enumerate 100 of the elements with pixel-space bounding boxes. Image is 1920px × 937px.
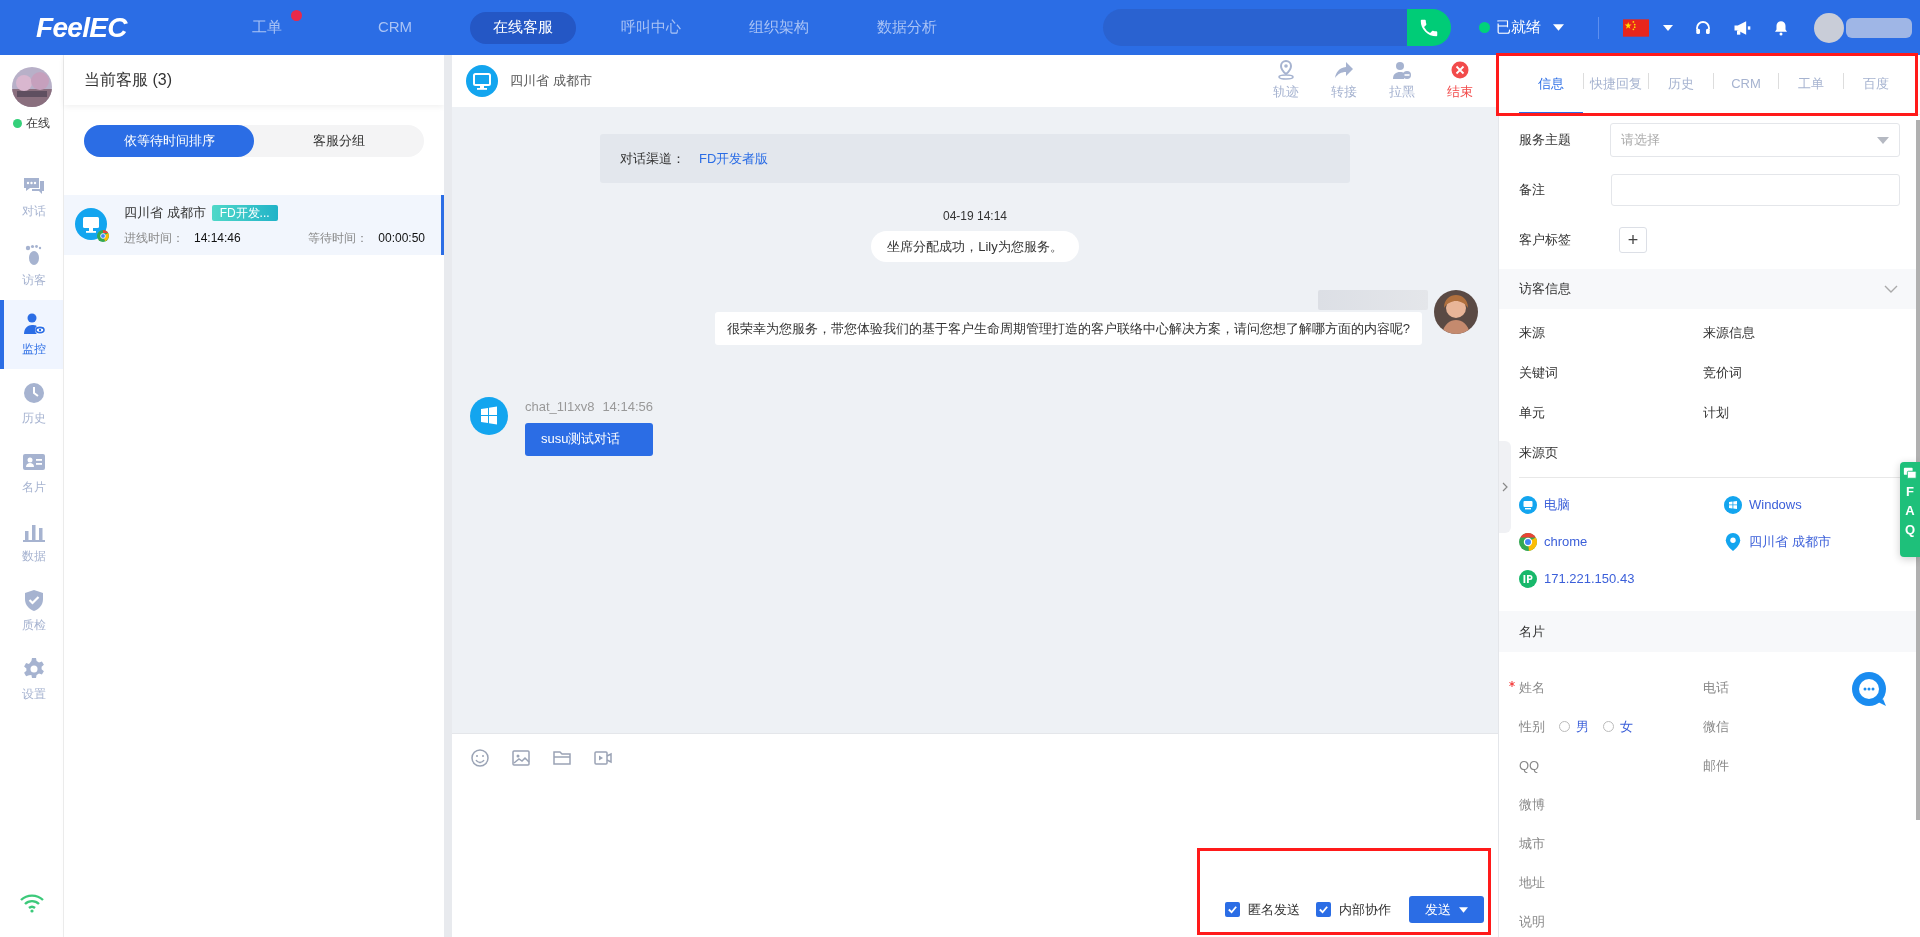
field-label: 城市 (1519, 834, 1545, 853)
profile-avatar[interactable] (11, 67, 52, 107)
message-time: 04-19 14:14 (942, 208, 1008, 225)
channel-tag: FD开发... (211, 205, 278, 221)
nav-tab[interactable]: 组织架构 (726, 11, 832, 44)
desktop-icon (1519, 495, 1537, 514)
field-label: 来源 (1519, 324, 1545, 343)
nav-tab[interactable]: 数据分析 (854, 11, 960, 44)
collapse-handle[interactable] (1499, 441, 1511, 533)
caret-icon (1459, 906, 1468, 913)
checkbox[interactable] (1316, 902, 1331, 917)
faq-tab[interactable]: F A Q (1900, 462, 1920, 557)
field-label: 微博 (1519, 795, 1545, 814)
panel-title: 当前客服 (3) (84, 70, 172, 90)
nav-item[interactable]: 名片 (0, 438, 63, 507)
windows-icon (1724, 495, 1742, 514)
panel-tab[interactable]: CRM (1714, 66, 1778, 114)
bell-icon[interactable] (1772, 18, 1790, 37)
checkbox[interactable] (1225, 902, 1240, 917)
caret-icon[interactable] (1663, 24, 1673, 31)
video-icon[interactable] (593, 748, 613, 768)
panel-tab[interactable]: 百度 (1844, 66, 1908, 114)
status-dropdown[interactable]: 已就绪 (1479, 16, 1564, 39)
nav-item[interactable]: 对话 (0, 162, 63, 231)
device-info: Windows (1749, 495, 1802, 514)
nav-tab[interactable]: 在线客服 (470, 11, 576, 44)
windows-icon (470, 397, 508, 435)
nav-item[interactable]: 历史 (0, 369, 63, 438)
wait-time: 00:00:50 (378, 229, 425, 247)
nav-item[interactable]: 数据 (0, 507, 63, 576)
required-asterisk-icon (1509, 681, 1515, 687)
visitor-message: susu测试对话 (525, 422, 653, 456)
nav-tab[interactable]: 工单 (214, 11, 320, 44)
chat-bubble-icon[interactable] (1852, 672, 1888, 708)
sort-tab[interactable]: 客服分组 (254, 125, 424, 157)
location-pin-icon (1276, 60, 1296, 81)
agent-message: 很荣幸为您服务，带您体验我们的基于客户生命周期管理打造的客户联络中心解决方案，请问您想了解哪方面的内容呢? (714, 312, 1422, 345)
field-label: 来源页 (1519, 444, 1558, 463)
session-row[interactable]: 四川省 成都市 FD开发... 进线时间： 14:14:46 等待时间： 00:00:50 (64, 195, 444, 255)
select-field[interactable]: 请选择 (1609, 123, 1900, 157)
call-button[interactable] (1407, 9, 1451, 46)
field-label: 单元 (1519, 404, 1545, 423)
field-label: 邮件 (1703, 756, 1729, 775)
sender-name: chat_1l1xv8 (525, 398, 595, 416)
search-field[interactable] (1103, 9, 1407, 46)
action-button[interactable]: 转接 (1326, 60, 1362, 102)
chevron-down-icon (1884, 285, 1898, 293)
field-label: QQ (1519, 756, 1540, 775)
chat-bubbles-icon (1903, 466, 1917, 480)
ip-icon (1519, 569, 1537, 588)
action-button[interactable]: 轨迹 (1268, 60, 1304, 102)
message-time: 14:14:56 (602, 398, 653, 416)
panel-tab[interactable]: 工单 (1779, 66, 1843, 114)
flag-icon[interactable] (1623, 18, 1649, 37)
user-avatar[interactable] (1814, 12, 1844, 43)
nav-item[interactable]: 质检 (0, 576, 63, 645)
text-field[interactable] (1610, 174, 1900, 206)
agent-avatar (1434, 290, 1478, 334)
action-button[interactable]: 拉黑 (1384, 60, 1420, 102)
field-label: 地址 (1519, 873, 1545, 892)
device-info: chrome (1544, 532, 1588, 551)
checkmark-icon (1318, 904, 1329, 915)
chevron-right-icon (1502, 482, 1508, 492)
add-tag-button[interactable]: + (1619, 227, 1647, 253)
field-label: 姓名 (1519, 678, 1545, 697)
channel-label: 对话渠道： (620, 149, 685, 168)
nav-item[interactable]: 监控 (0, 300, 63, 369)
checkbox-option[interactable]: 匿名发送 (1225, 899, 1300, 920)
radio-option[interactable]: 女 (1603, 716, 1633, 737)
nav-tab[interactable]: 呼叫中心 (598, 11, 704, 44)
field-label: 来源信息 (1703, 324, 1755, 343)
panel-tab[interactable]: 快捷回复 (1584, 66, 1648, 114)
entry-label: 进线时间： (124, 229, 184, 247)
device-info: 171.221.150.43 (1544, 569, 1635, 588)
field-label: 备注 (1519, 181, 1546, 200)
checkbox-option[interactable]: 内部协作 (1316, 899, 1391, 920)
wait-label: 等待时间： (308, 229, 369, 247)
headset-icon[interactable] (1694, 18, 1712, 37)
send-button[interactable]: 发送 (1409, 896, 1484, 923)
radio-option[interactable]: 男 (1559, 716, 1589, 737)
settings-icon (21, 656, 46, 681)
nav-item[interactable]: 访客 (0, 231, 63, 300)
logo: FeelEC (36, 10, 129, 45)
chat-title: 四川省 成都市 (510, 72, 592, 91)
nav-tab[interactable]: CRM (342, 11, 448, 44)
nav-item[interactable]: 设置 (0, 645, 63, 714)
composer[interactable]: 匿名发送 内部协作 发送 (452, 733, 1498, 937)
action-button[interactable]: 结束 (1442, 60, 1478, 102)
caret-icon (1553, 24, 1564, 31)
channel-link[interactable]: FD开发者版 (699, 148, 769, 169)
panel-tab[interactable]: 历史 (1649, 66, 1713, 114)
field-label: 电话 (1703, 678, 1729, 697)
sort-tab[interactable]: 依等待时间排序 (84, 125, 254, 157)
image-icon[interactable] (511, 748, 531, 768)
field-label: 竞价词 (1703, 364, 1742, 383)
folder-icon[interactable] (552, 748, 572, 768)
emoji-icon[interactable] (470, 748, 490, 768)
checkmark-icon (1227, 904, 1238, 915)
visitor-location: 四川省 成都市 (124, 204, 206, 223)
field-label: 说明 (1519, 912, 1545, 931)
